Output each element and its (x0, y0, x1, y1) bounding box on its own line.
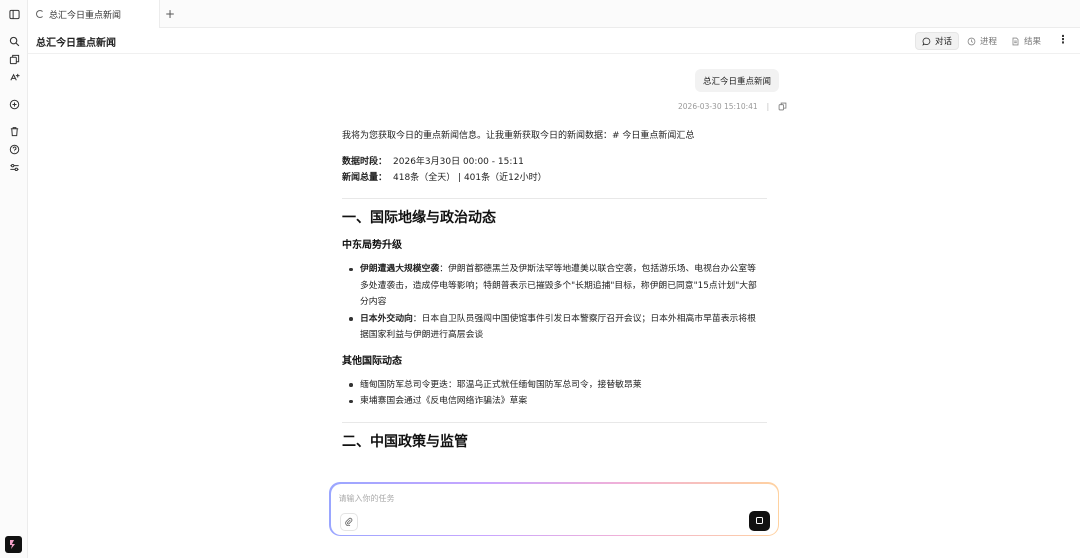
task-input[interactable] (338, 493, 739, 503)
chat-icon (922, 37, 931, 46)
answer-intro: 我将为您获取今日的重点新闻信息。让我重新获取今日的新闻数据：# 今日重点新闻汇总 (342, 131, 695, 141)
copy-pages-icon[interactable] (7, 52, 21, 66)
message-meta: 2026-03-30 15:10:41 | (678, 102, 787, 111)
composer (329, 482, 779, 536)
list-item: 缅甸国防军总司令更迭：耶温乌正式就任缅甸国防军总司令，接替敏昂莱 (342, 377, 767, 394)
left-rail (0, 0, 28, 558)
search-icon[interactable] (7, 34, 21, 48)
sidebar-toggle-icon[interactable] (7, 7, 21, 21)
other-intl-list: 缅甸国防军总司令更迭：耶温乌正式就任缅甸国防军总司令，接替敏昂莱 柬埔寨国会通过… (342, 377, 767, 410)
tab-chat[interactable]: 对话 (915, 32, 960, 50)
data-period-line: 数据时段： 2026年3月30日 00:00 - 15:11 (342, 154, 767, 170)
news-total-line: 新闻总量： 418条（全天） | 401条（近12小时） (342, 170, 767, 186)
user-message-text: 总汇今日重点新闻 (703, 76, 772, 87)
paperclip-icon (345, 517, 353, 526)
page-title: 总汇今日重点新闻 (36, 38, 116, 49)
list-item: 柬埔寨国会通过《反电信网络诈骗法》草案 (342, 393, 767, 410)
section2-heading: 二、中国政策与监管 (342, 433, 468, 450)
loading-spinner-icon (36, 10, 44, 18)
tab-result-label: 结果 (1024, 37, 1042, 47)
user-message-bubble: 总汇今日重点新闻 (695, 69, 780, 92)
stop-icon (755, 517, 763, 524)
document-icon (1012, 37, 1019, 45)
tab-progress[interactable]: 进程 (961, 32, 1003, 50)
assistant-answer: 我将为您获取今日的重点新闻信息。让我重新获取今日的新闻数据：# 今日重点新闻汇总… (342, 128, 767, 450)
tab-chat-label: 对话 (935, 37, 953, 47)
app-logo-icon[interactable] (5, 536, 22, 553)
subsection-heading: 中东局势升级 (342, 240, 402, 251)
copy-icon[interactable] (778, 102, 787, 111)
list-item-text: 分内容 (360, 297, 387, 307)
data-period-label: 数据时段： (342, 157, 388, 167)
divider (342, 421, 767, 423)
divider (342, 198, 767, 199)
more-options-icon[interactable]: ⋮ (1056, 33, 1070, 49)
list-item: 伊朗遭遇大规模空袭：伊朗首都德黑兰及伊斯法罕等地遭美以联合空袭，包括游乐场、电视… (342, 261, 767, 311)
tab-result[interactable]: 结果 (1005, 32, 1047, 50)
trash-icon[interactable] (7, 124, 21, 138)
attach-button[interactable] (339, 512, 358, 531)
section1-heading: 一、国际地缘与政治动态 (342, 210, 496, 226)
composer-box (330, 483, 778, 535)
settings-sliders-icon[interactable] (7, 160, 21, 174)
new-chat-icon[interactable] (7, 97, 21, 111)
list-item-bold: 伊朗遭遇大规模空袭 (360, 264, 440, 274)
list-item-text: 据国家利益与伊朗进行高层会谈 (360, 330, 484, 340)
tab-progress-label: 进程 (980, 37, 998, 47)
list-item-text: ：日本自卫队员强闯中国使馆事件引发日本警察厅召开会议；日本外相高市早苗表示将根 (412, 313, 756, 324)
list-item: 日本外交动向：日本自卫队员强闯中国使馆事件引发日本警察厅召开会议；日本外相高市早… (342, 311, 767, 344)
stop-button[interactable] (748, 510, 770, 531)
list-item-text: 多处遭袭击，造成停电等影响；特朗普表示已摧毁多个"长期追捕"目标，称伊朗已同意"… (360, 280, 757, 291)
middle-east-list: 伊朗遭遇大规模空袭：伊朗首都德黑兰及伊斯法罕等地遭美以联合空袭，包括游乐场、电视… (342, 261, 767, 344)
progress-icon (967, 37, 976, 45)
news-total-label: 新闻总量： (342, 173, 388, 183)
message-timestamp: 2026-03-30 15:10:41 (678, 102, 758, 111)
new-tab-button[interactable]: + (162, 6, 178, 22)
list-item-bold: 日本外交动向 (360, 313, 413, 324)
skills-icon[interactable] (7, 70, 21, 84)
tab-title: 总汇今日重点新闻 (49, 10, 122, 21)
subsection-heading: 其他国际动态 (342, 355, 402, 367)
help-icon[interactable] (7, 142, 21, 156)
page-header: 总汇今日重点新闻 对话 进程 结果 ⋮ (28, 28, 1080, 54)
app-window: 总汇今日重点新闻 + 总汇今日重点新闻 对话 进程 结果 ⋮ 总汇今日重点新闻 … (0, 0, 1080, 558)
tab-bar: 总汇今日重点新闻 + (28, 0, 1080, 28)
data-period-value: 2026年3月30日 00:00 - 15:11 (393, 157, 524, 167)
list-item-text: ：伊朗首都德黑兰及伊斯法罕等地遭美以联合空袭，包括游乐场、电视台办公室等 (439, 264, 756, 274)
tab-news-summary[interactable]: 总汇今日重点新闻 (28, 0, 160, 28)
meta-separator: | (766, 102, 770, 111)
view-switcher: 对话 进程 结果 (915, 32, 1047, 50)
news-total-value: 418条（全天） | 401条（近12小时） (393, 173, 547, 183)
